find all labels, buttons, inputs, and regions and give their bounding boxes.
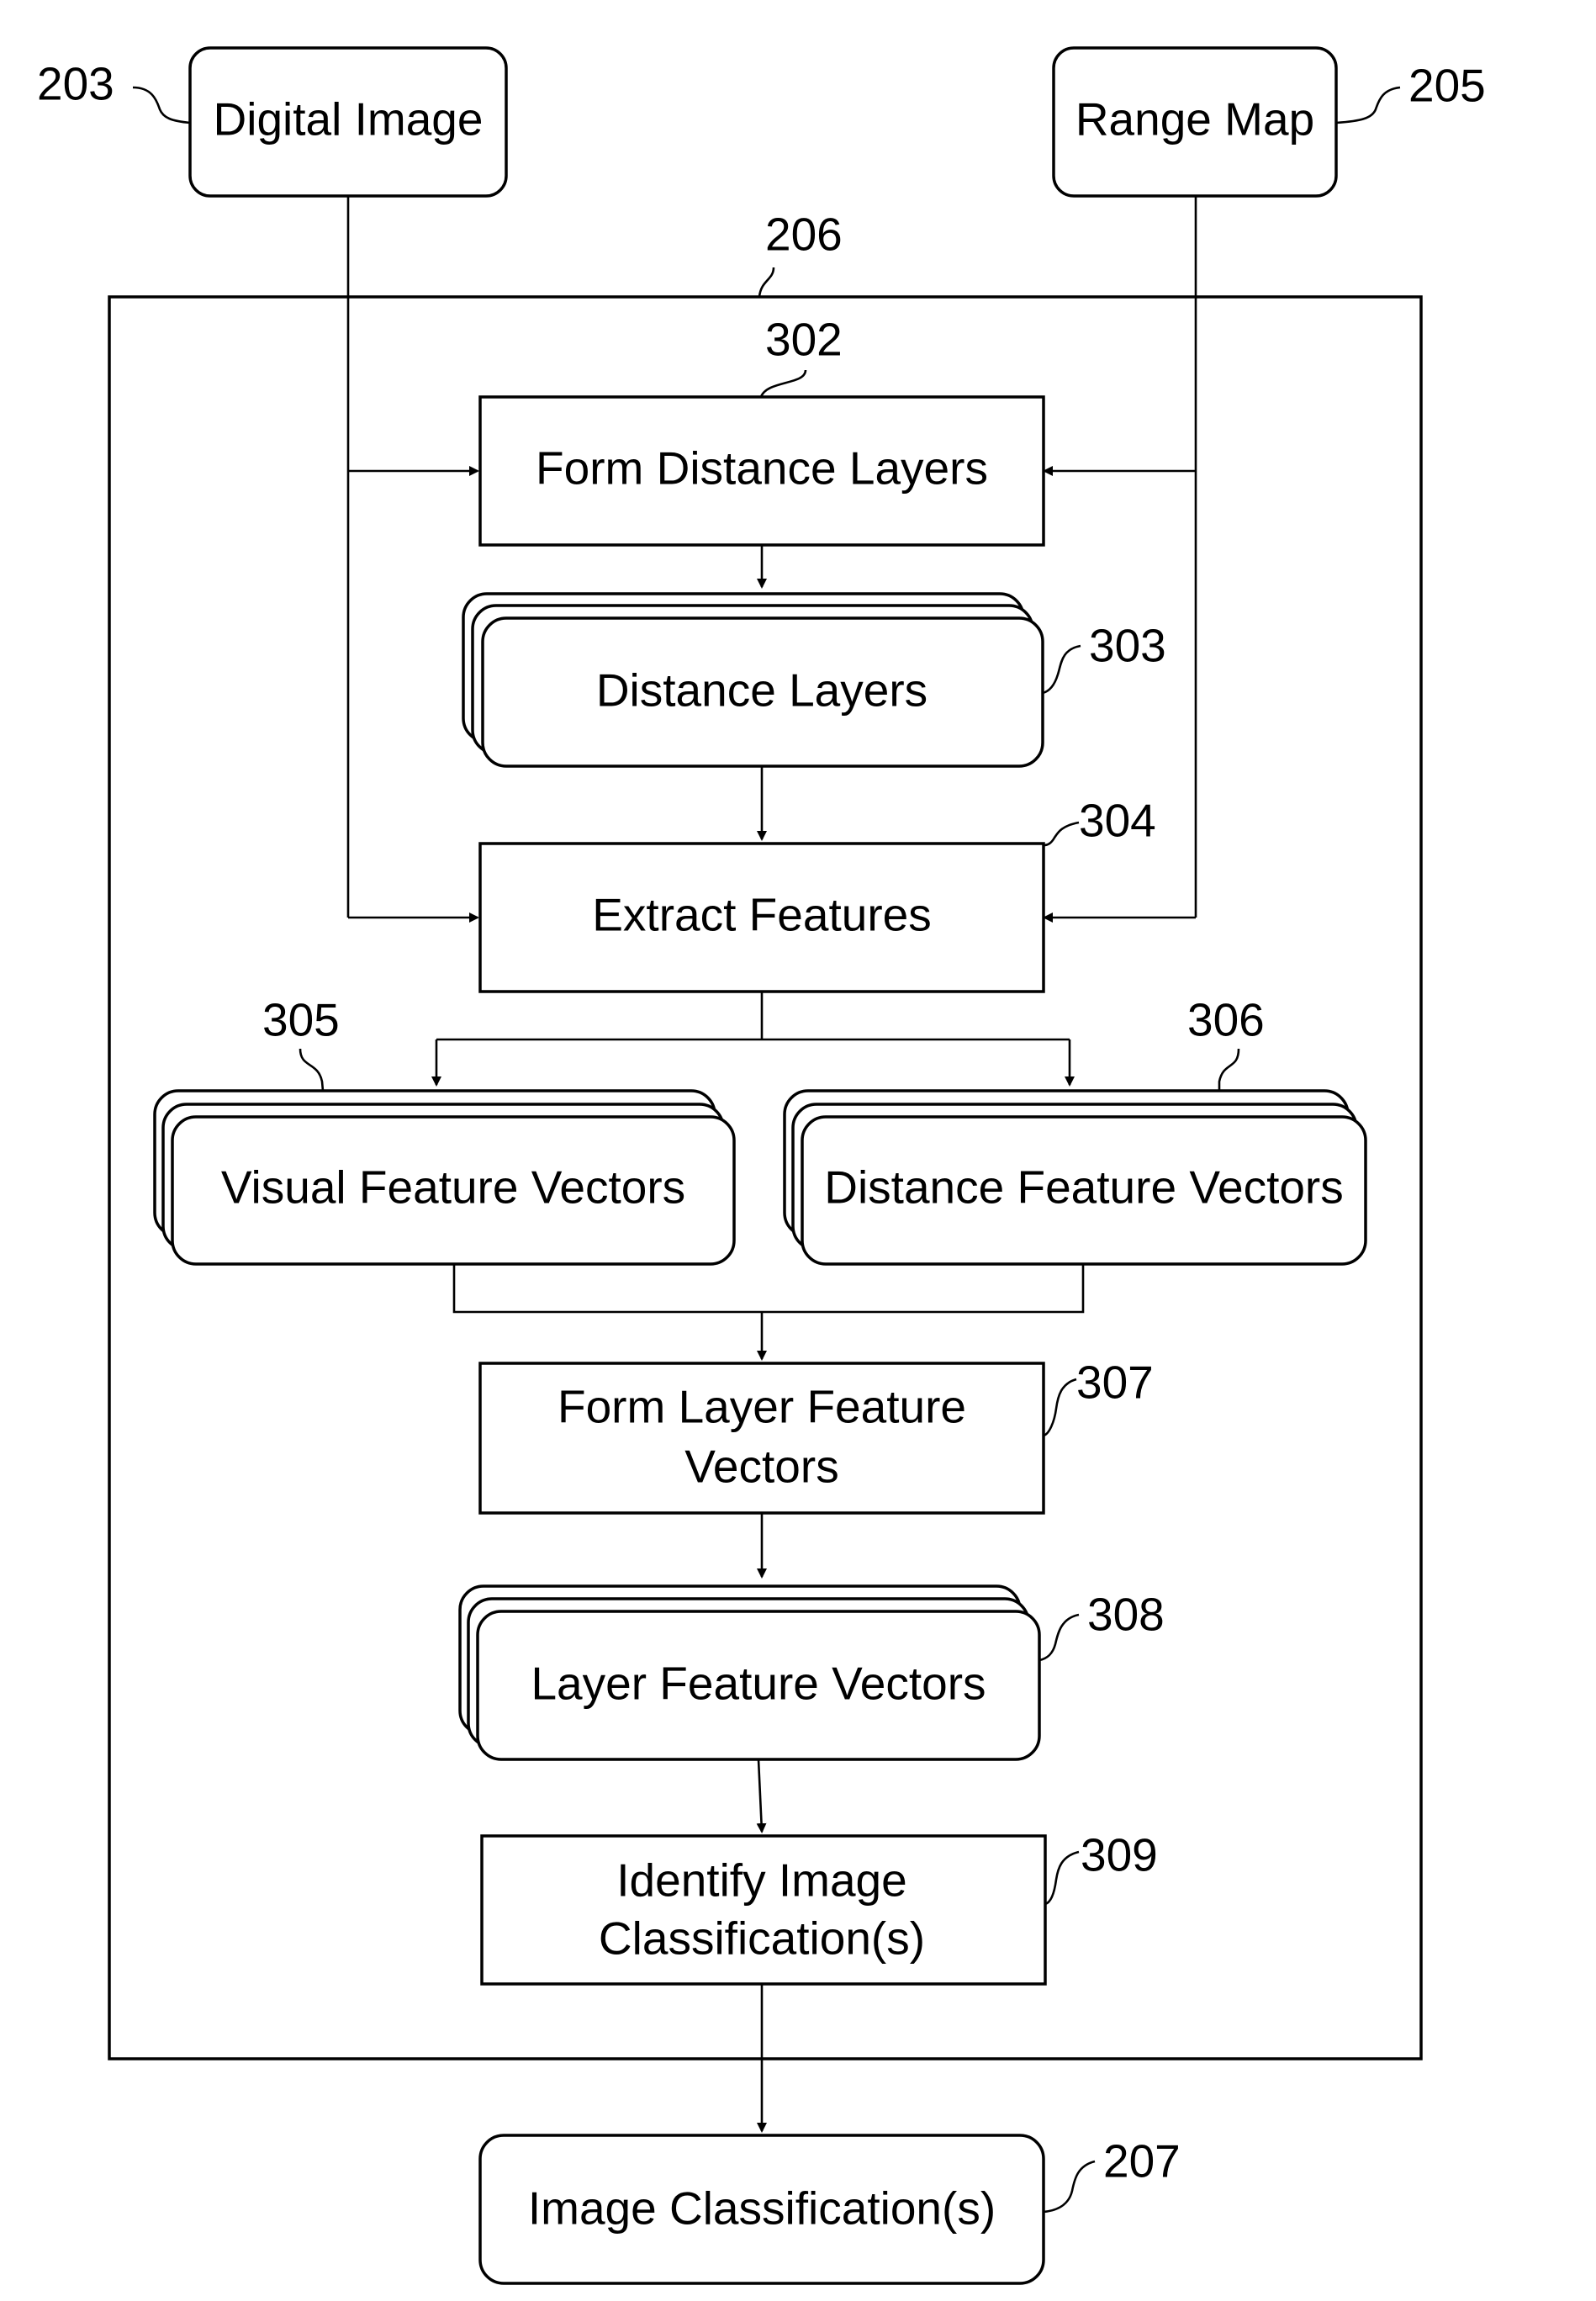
form-layer-feature-vectors-label-line1: Form Layer Feature (558, 1381, 966, 1433)
form-distance-layers-label: Form Distance Layers (536, 442, 988, 495)
ref-307: 307 (1076, 1357, 1154, 1409)
node-image-classifications[interactable]: Image Classification(s) (478, 2134, 1045, 2285)
node-range-map[interactable]: Range Map (1052, 46, 1338, 198)
identify-image-classification-label-line2: Classification(s) (599, 1912, 925, 1965)
leader-206 (758, 267, 775, 298)
node-extract-features[interactable]: Extract Features (478, 842, 1045, 993)
ref-304: 304 (1079, 795, 1156, 847)
node-distance-layers[interactable]: Distance Layers (462, 592, 1044, 768)
leader-205 (1335, 86, 1401, 124)
ref-306: 306 (1187, 994, 1265, 1046)
leader-207 (1043, 2160, 1096, 2214)
leader-309 (1044, 1850, 1080, 1906)
node-visual-feature-vectors[interactable]: Visual Feature Vectors (153, 1089, 736, 1266)
connector-feature-merge (452, 1264, 1085, 1314)
ref-205: 205 (1408, 60, 1486, 112)
ref-309: 309 (1081, 1829, 1158, 1881)
node-layer-feature-vectors[interactable]: Layer Feature Vectors (458, 1584, 1041, 1761)
ref-305: 305 (262, 994, 340, 1046)
ref-207: 207 (1103, 2135, 1181, 2187)
distance-feature-vectors-label: Distance Feature Vectors (824, 1161, 1344, 1214)
node-identify-image-classification[interactable]: Identify Image Classification(s) (480, 1834, 1047, 1986)
connector-extract-split (436, 992, 1070, 1041)
ref-206: 206 (765, 209, 843, 261)
digital-image-label: Digital Image (214, 93, 484, 145)
leader-303 (1042, 644, 1081, 695)
leader-307 (1043, 1378, 1077, 1437)
layer-feature-vectors-label: Layer Feature Vectors (531, 1658, 986, 1710)
arrow-layer-feature-to-identify (756, 1759, 767, 1833)
ref-303: 303 (1089, 620, 1166, 672)
leader-302 (759, 369, 807, 398)
distance-layers-label: Distance Layers (596, 664, 927, 717)
visual-feature-vectors-label: Visual Feature Vectors (221, 1161, 685, 1214)
node-form-distance-layers[interactable]: Form Distance Layers (478, 395, 1045, 547)
node-form-layer-feature-vectors[interactable]: Form Layer Feature Vectors (478, 1362, 1045, 1515)
extract-features-label: Extract Features (592, 889, 931, 941)
range-map-label: Range Map (1075, 93, 1314, 145)
ref-302: 302 (765, 314, 843, 366)
leader-203 (132, 86, 191, 124)
image-classifications-label: Image Classification(s) (528, 2182, 996, 2235)
leader-308 (1038, 1613, 1080, 1662)
identify-image-classification-label-line1: Identify Image (616, 1854, 906, 1907)
leader-306 (1218, 1048, 1240, 1091)
flowchart-canvas: 206 Digital Image 203 Range Map 205 Form… (37, 46, 1486, 2285)
leader-305 (299, 1048, 325, 1092)
ref-203: 203 (37, 58, 114, 110)
leader-304 (1043, 821, 1080, 847)
form-layer-feature-vectors-label-line2: Vectors (684, 1441, 838, 1493)
node-distance-feature-vectors[interactable]: Distance Feature Vectors (783, 1089, 1367, 1266)
node-digital-image[interactable]: Digital Image (188, 46, 508, 198)
ref-308: 308 (1087, 1589, 1165, 1641)
